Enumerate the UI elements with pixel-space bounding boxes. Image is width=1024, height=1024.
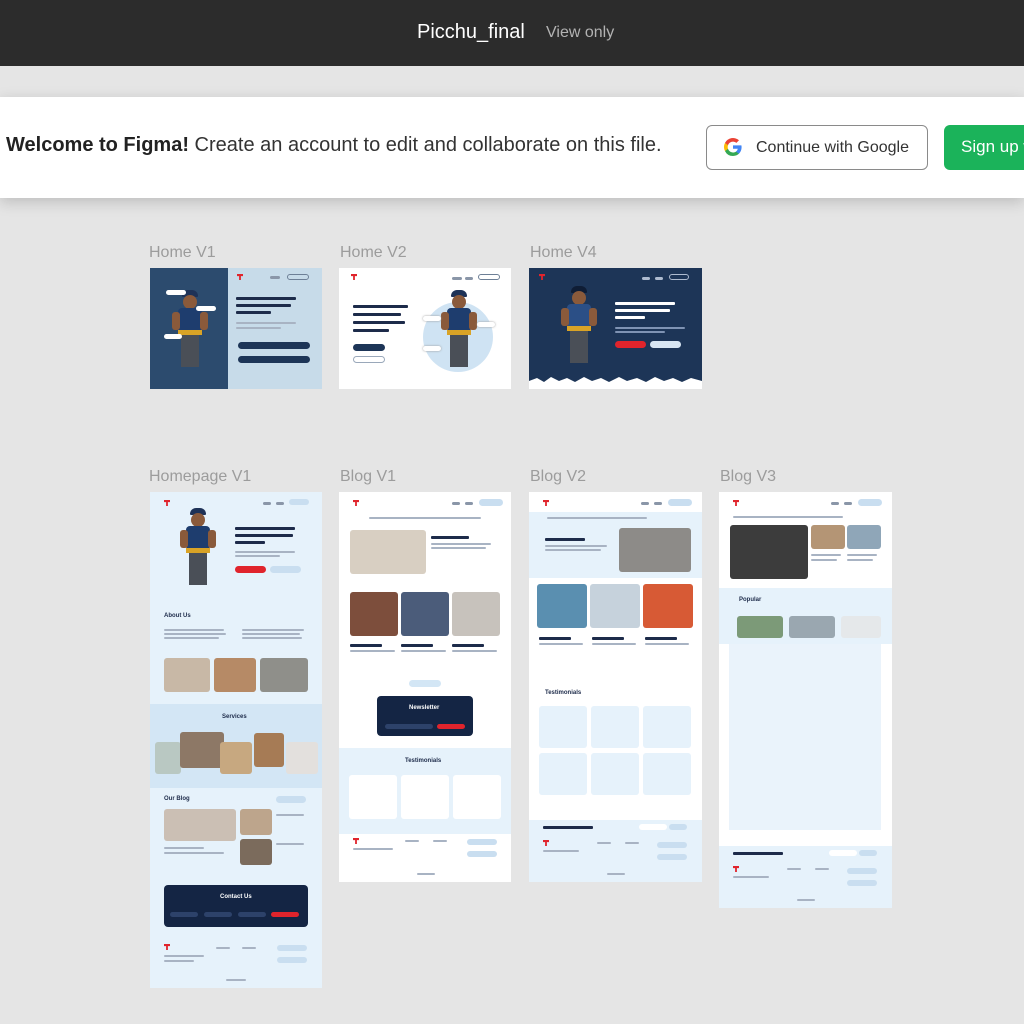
post-photo	[350, 592, 398, 636]
featured-post-photo	[350, 530, 426, 574]
about-photo	[260, 658, 308, 692]
welcome-title: Welcome to Figma!	[6, 134, 189, 156]
file-name[interactable]: Picchu_final	[417, 21, 525, 44]
services-heading: Services	[222, 714, 247, 720]
testimonial-card	[643, 753, 691, 795]
post-photo	[643, 584, 693, 628]
content-placeholder	[729, 644, 881, 830]
frame-home-v1[interactable]	[150, 268, 322, 389]
testimonial-card	[591, 753, 639, 795]
blog-photo	[164, 809, 236, 841]
post-photo	[590, 584, 640, 628]
blog-photo	[240, 839, 272, 865]
popular-photo	[737, 616, 783, 638]
handyman-illustration	[180, 508, 216, 588]
about-photo	[214, 658, 256, 692]
popular-photo	[841, 616, 881, 638]
handyman-illustration	[561, 286, 597, 366]
handyman-illustration	[441, 290, 477, 370]
google-icon	[724, 138, 742, 156]
blog-photo	[240, 809, 272, 835]
view-only-label: View only	[546, 24, 615, 41]
about-photo	[164, 658, 210, 692]
frame-blog-v3[interactable]: Popular	[719, 492, 892, 908]
google-button-label: Continue with Google	[756, 139, 909, 156]
testimonial-card	[349, 775, 397, 819]
post-photo	[401, 592, 449, 636]
logo-icon	[237, 274, 243, 280]
handyman-illustration	[172, 290, 208, 370]
popular-heading: Popular	[739, 597, 762, 603]
continue-with-google-button[interactable]: Continue with Google	[706, 125, 928, 170]
testimonials-heading: Testimonials	[545, 690, 582, 696]
post-photo	[847, 525, 881, 549]
post-photo	[537, 584, 587, 628]
popular-photo	[789, 616, 835, 638]
logo-icon	[164, 500, 170, 506]
frame-title-blog-v1: Blog V1	[340, 468, 397, 485]
featured-post-photo	[730, 525, 808, 579]
logo-icon	[353, 500, 359, 506]
logo-icon	[351, 274, 357, 280]
frame-title-home-v1: Home V1	[149, 244, 216, 261]
logo-icon	[733, 500, 739, 506]
testimonial-card	[539, 753, 587, 795]
contact-us-card	[164, 885, 308, 927]
newsletter-heading: Newsletter	[409, 705, 440, 711]
welcome-message: Welcome to Figma! Create an account to e…	[6, 134, 662, 157]
top-bar: Picchu_final View only	[0, 0, 1024, 66]
torn-edge-decoration	[529, 377, 702, 389]
frame-homepage-v1[interactable]: About Us Services Our Blog Contact Us	[150, 492, 322, 988]
testimonial-card	[539, 706, 587, 748]
our-blog-heading: Our Blog	[164, 796, 190, 802]
logo-icon	[164, 944, 170, 950]
testimonial-card	[401, 775, 449, 819]
testimonial-card	[453, 775, 501, 819]
frame-blog-v2[interactable]: Testimonials	[529, 492, 702, 882]
frame-title-blog-v3: Blog V3	[720, 468, 777, 485]
post-photo	[811, 525, 845, 549]
testimonial-card	[643, 706, 691, 748]
sign-up-label: Sign up w	[961, 137, 1024, 156]
frame-home-v4[interactable]	[529, 268, 702, 389]
frame-blog-v1[interactable]: Newsletter Testimonials	[339, 492, 511, 882]
post-photo	[452, 592, 500, 636]
frame-title-home-v4: Home V4	[530, 244, 597, 261]
welcome-text: Create an account to edit and collaborat…	[189, 134, 662, 156]
sign-up-button[interactable]: Sign up w	[944, 125, 1024, 170]
frame-title-home-v2: Home V2	[340, 244, 407, 261]
frame-title-homepage-v1: Homepage V1	[149, 468, 252, 485]
testimonial-card	[591, 706, 639, 748]
logo-icon	[353, 838, 359, 844]
testimonials-heading: Testimonials	[405, 758, 442, 764]
featured-post-photo	[619, 528, 691, 572]
newsletter-card	[377, 696, 473, 736]
contact-us-heading: Contact Us	[220, 894, 252, 900]
frame-home-v2[interactable]	[339, 268, 511, 389]
logo-icon	[539, 274, 545, 280]
logo-icon	[543, 500, 549, 506]
frame-title-blog-v2: Blog V2	[530, 468, 587, 485]
welcome-banner: Welcome to Figma! Create an account to e…	[0, 97, 1024, 198]
about-us-heading: About Us	[164, 613, 191, 619]
